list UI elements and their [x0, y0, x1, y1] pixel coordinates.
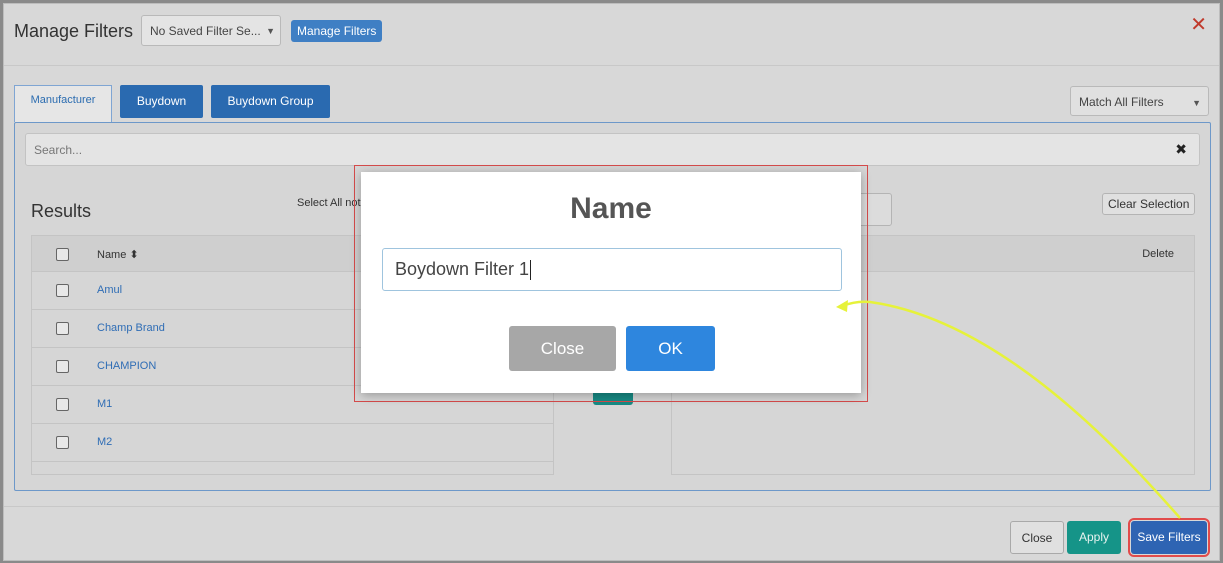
search-placeholder: Search... — [34, 143, 83, 157]
chevron-down-icon: ▼ — [1192, 98, 1201, 108]
results-title: Results — [31, 201, 92, 221]
clear-search-icon[interactable]: ✖ — [1175, 141, 1187, 158]
row-checkbox[interactable] — [56, 398, 69, 411]
row-name-link[interactable]: Champ Brand — [97, 322, 165, 334]
match-filters-value: Match All Filters — [1079, 95, 1164, 109]
delete-column-header: Delete — [1142, 248, 1174, 260]
table-row: M2 — [32, 424, 553, 462]
close-button[interactable]: Close — [1010, 521, 1064, 554]
tab-manufacturer[interactable]: Manufacturer — [14, 85, 112, 122]
row-checkbox[interactable] — [56, 436, 69, 449]
row-name-link[interactable]: CHAMPION — [97, 360, 156, 372]
dialog-close-button[interactable]: Close — [509, 326, 616, 371]
manage-filters-button[interactable]: Manage Filters — [291, 20, 383, 42]
row-checkbox[interactable] — [56, 284, 69, 297]
window-header: Manage Filters No Saved Filter Se... ▼ M… — [4, 4, 1219, 66]
match-filters-select[interactable]: Match All Filters ▼ — [1070, 86, 1209, 116]
name-column-header[interactable]: Name ⬍ — [97, 248, 139, 261]
clear-selection-button[interactable]: Clear Selection — [1102, 193, 1196, 215]
row-checkbox[interactable] — [56, 360, 69, 373]
chevron-down-icon: ▼ — [266, 26, 275, 36]
apply-button[interactable]: Apply — [1067, 521, 1121, 554]
search-input[interactable]: Search... ✖ — [25, 133, 1200, 166]
dialog-title: Name — [570, 192, 652, 225]
row-name-link[interactable]: M1 — [97, 398, 112, 410]
tab-buydown[interactable]: Buydown — [120, 85, 203, 118]
row-name-link[interactable]: M2 — [97, 436, 112, 448]
row-name-link[interactable]: Amul — [97, 284, 122, 296]
saved-filter-select[interactable]: No Saved Filter Se... ▼ — [141, 15, 281, 46]
select-all-checkbox[interactable] — [56, 248, 69, 261]
saved-filter-value: No Saved Filter Se... — [150, 24, 261, 38]
name-dialog: Name Boydown Filter 1 Close OK — [361, 172, 861, 393]
save-filters-button[interactable]: Save Filters — [1128, 518, 1210, 557]
dialog-ok-button[interactable]: OK — [626, 326, 715, 371]
row-checkbox[interactable] — [56, 322, 69, 335]
text-cursor — [530, 260, 532, 281]
select-all-label[interactable]: Select All not — [297, 197, 361, 209]
tab-buydown-group[interactable]: Buydown Group — [211, 85, 330, 118]
page-title: Manage Filters — [14, 21, 134, 41]
close-icon[interactable]: ✕ — [1190, 12, 1207, 37]
filter-name-value: Boydown Filter 1 — [395, 259, 530, 279]
filter-name-input[interactable]: Boydown Filter 1 — [382, 248, 842, 291]
window-footer: Close Apply Save Filters — [4, 506, 1219, 562]
